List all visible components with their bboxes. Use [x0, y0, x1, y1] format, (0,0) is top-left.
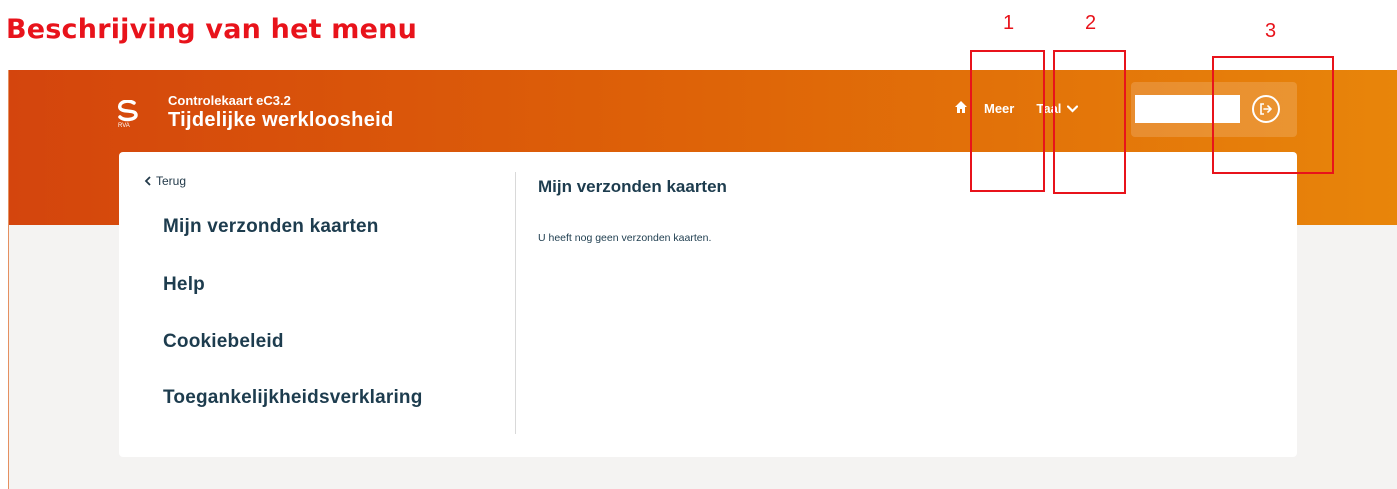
rva-logo: RVA: [114, 100, 144, 134]
annotation-number-2: 2: [1085, 12, 1097, 34]
annotation-box-3: [1212, 56, 1334, 174]
document-heading: Beschrijving van het menu: [6, 14, 417, 45]
content-card: Terug Mijn verzonden kaarten Help Cookie…: [119, 152, 1297, 457]
annotation-number-1: 1: [1003, 12, 1015, 34]
sidebar-item-cookiebeleid[interactable]: Cookiebeleid: [163, 331, 284, 353]
annotation-box-2: [1053, 50, 1126, 194]
app-subtitle: Controlekaart eC3.2: [168, 92, 291, 108]
annotation-number-3: 3: [1265, 20, 1277, 42]
empty-message: U heeft nog geen verzonden kaarten.: [538, 232, 712, 244]
sidebar-item-toegankelijkheidsverklaring[interactable]: Toegankelijkheidsverklaring: [163, 387, 423, 409]
brand[interactable]: RVA Controlekaart eC3.2 Tijdelijke werkl…: [114, 90, 394, 134]
back-label: Terug: [156, 174, 187, 188]
logo-text: RVA: [118, 123, 130, 129]
chevron-left-icon: [144, 176, 151, 186]
back-link[interactable]: Terug: [144, 174, 186, 188]
annotation-box-1: [970, 50, 1045, 192]
sidebar: Terug Mijn verzonden kaarten Help Cookie…: [119, 152, 515, 457]
sidebar-item-help[interactable]: Help: [163, 274, 205, 296]
column-divider: [515, 172, 516, 434]
sidebar-item-verzonden-kaarten[interactable]: Mijn verzonden kaarten: [163, 216, 379, 238]
page-title: Mijn verzonden kaarten: [538, 177, 727, 196]
app-screenshot: RVA Controlekaart eC3.2 Tijdelijke werkl…: [8, 70, 1397, 489]
app-title: Tijdelijke werkloosheid: [168, 108, 394, 131]
